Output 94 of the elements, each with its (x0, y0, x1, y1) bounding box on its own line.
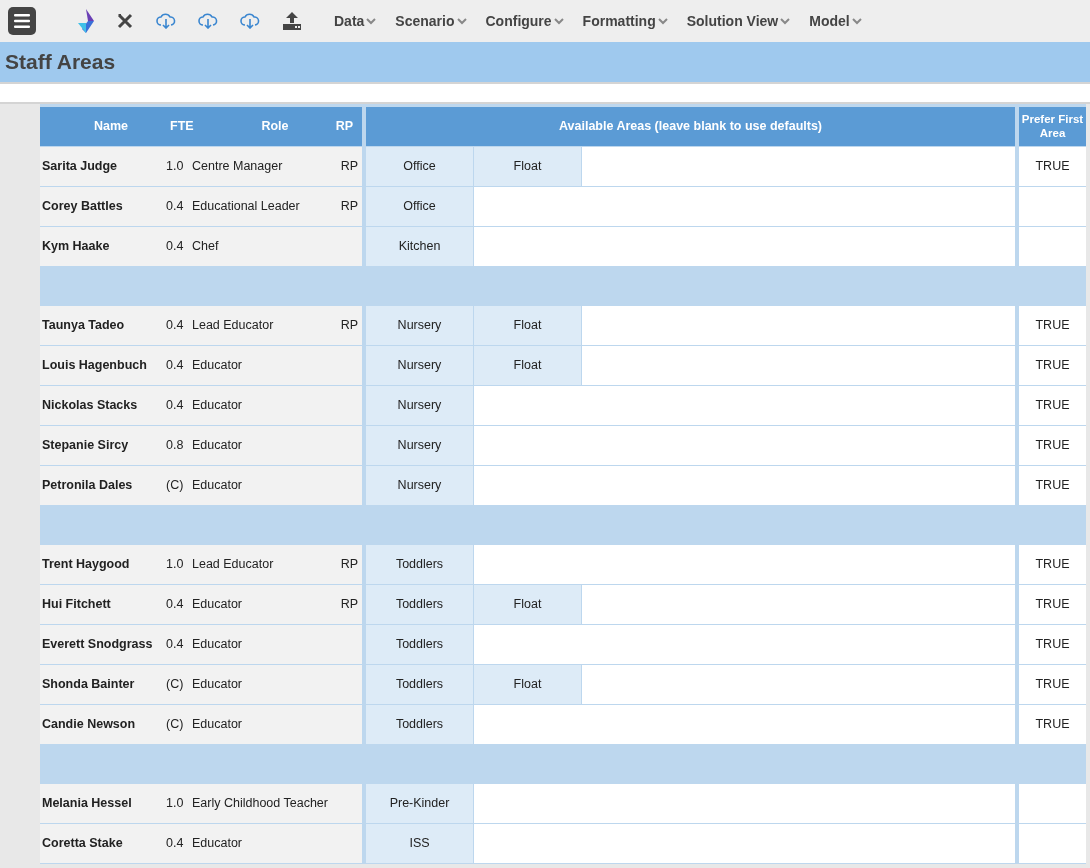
table-cell-text: 0.4 (165, 397, 185, 415)
table-cell[interactable]: Nursery (366, 346, 474, 385)
table-cell-text: Corey Battles (41, 198, 124, 216)
column-header: RP (334, 118, 354, 136)
table-cell-text: Hui Fitchett (41, 596, 112, 614)
table-cell-text: Educational Leader (191, 198, 301, 216)
table-cell[interactable]: Toddlers (366, 705, 474, 744)
column-header: Name (92, 118, 129, 136)
table-cell-text: 0.4 (165, 238, 185, 256)
table-cell-text: Coretta Stake (41, 835, 124, 853)
column-header: Available Areas (leave blank to use defaults) (366, 107, 1015, 146)
table-cell-text: 0.8 (165, 437, 185, 455)
table-cell-text: 0.4 (165, 198, 185, 216)
table-cell[interactable]: Office (366, 147, 474, 186)
menu-button[interactable]: Scenario (395, 10, 467, 32)
table-cell[interactable]: Float (474, 585, 582, 624)
table-cell-text: Stepanie Sircy (41, 437, 130, 455)
table-cell-text: 0.4 (165, 636, 185, 654)
column-header: FTE (170, 118, 195, 136)
table-cell-text: Educator (191, 397, 244, 415)
table-cell[interactable]: Float (474, 306, 582, 345)
table-cell[interactable]: TRUE (1019, 426, 1086, 465)
menu-button[interactable]: Model (809, 10, 862, 32)
table-cell-text: Educator (191, 716, 244, 734)
table-cell-text: 0.4 (165, 357, 185, 375)
table-cell[interactable]: Float (474, 346, 582, 385)
table-cell[interactable]: TRUE (1019, 545, 1086, 584)
table-cell-text: Louis Hagenbuch (41, 357, 148, 375)
table-cell-text: Educator (191, 357, 244, 375)
table-cell-text: Everett Snodgrass (41, 636, 154, 654)
menu-button[interactable]: Data (334, 10, 377, 32)
table-cell[interactable]: Office (366, 187, 474, 226)
table-cell[interactable]: TRUE (1019, 147, 1086, 186)
table-cell-text: 0.4 (165, 835, 185, 853)
table-cell[interactable]: TRUE (1019, 665, 1086, 704)
table-cell[interactable]: Toddlers (366, 665, 474, 704)
table-cell-text: Educator (191, 477, 244, 495)
table-cell-text: 1.0 (165, 795, 185, 813)
table-cell-text: Lead Educator (191, 556, 275, 574)
table-cell-text: Nickolas Stacks (41, 397, 139, 415)
table-cell-text: 0.4 (165, 317, 185, 335)
table-cell-text: RP (339, 317, 359, 335)
column-header: Prefer First Area (1019, 107, 1086, 146)
table-cell[interactable]: Float (474, 147, 582, 186)
table-cell-text: 1.0 (165, 556, 185, 574)
table-cell-text: Kym Haake (41, 238, 111, 256)
table-cell[interactable]: TRUE (1019, 306, 1086, 345)
table-cell[interactable]: Kitchen (366, 227, 474, 266)
table-cell-text: RP (339, 596, 359, 614)
table-cell[interactable]: Toddlers (366, 625, 474, 664)
table-cell[interactable]: Nursery (366, 306, 474, 345)
page-title: Staff Areas (5, 49, 116, 75)
table-cell-text: Educator (191, 596, 244, 614)
table-cell-text: Sarita Judge (41, 158, 119, 176)
table-cell[interactable]: ISS (366, 824, 474, 863)
table-cell[interactable]: Nursery (366, 386, 474, 425)
table-cell[interactable]: Nursery (366, 466, 474, 505)
table-cell-text: (C) (165, 477, 185, 495)
table-cell[interactable]: Float (474, 665, 582, 704)
table-cell-text: Educator (191, 835, 244, 853)
table-cell-text: Educator (191, 676, 244, 694)
table-cell-text: 0.4 (165, 596, 185, 614)
table-cell-text: Candie Newson (41, 716, 137, 734)
table-cell-text: Taunya Tadeo (41, 317, 126, 335)
table-cell[interactable]: TRUE (1019, 386, 1086, 425)
table-cell-text: Shonda Bainter (41, 676, 136, 694)
table-cell-text: 1.0 (165, 158, 185, 176)
menu-button[interactable]: Formatting (582, 10, 668, 32)
table-cell[interactable]: Nursery (366, 426, 474, 465)
table-cell[interactable]: TRUE (1019, 585, 1086, 624)
table-cell[interactable]: Toddlers (366, 585, 474, 624)
table-cell-text: RP (339, 198, 359, 216)
table-cell-text: RP (339, 158, 359, 176)
table-cell-text: (C) (165, 676, 185, 694)
table-cell-text: Melania Hessel (41, 795, 133, 813)
table-cell[interactable]: TRUE (1019, 346, 1086, 385)
menu-button[interactable]: Configure (485, 10, 564, 32)
column-header: Role (260, 118, 290, 136)
table-cell[interactable]: TRUE (1019, 705, 1086, 744)
table-cell-text: Trent Haygood (41, 556, 131, 574)
table-cell-text: RP (339, 556, 359, 574)
table-cell-text: Early Childhood Teacher (191, 795, 329, 813)
menu-button[interactable]: Solution View (686, 10, 791, 32)
table-cell-text: Centre Manager (191, 158, 284, 176)
table-cell-text: Educator (191, 437, 244, 455)
table-cell-text: Petronila Dales (41, 477, 134, 495)
table-cell[interactable]: TRUE (1019, 466, 1086, 505)
table-cell[interactable]: Toddlers (366, 545, 474, 584)
table-cell-text: Educator (191, 636, 244, 654)
table-cell-text: (C) (165, 716, 185, 734)
table-cell[interactable]: Pre-Kinder (366, 784, 474, 823)
table-cell-text: Lead Educator (191, 317, 275, 335)
table-cell-text: Chef (191, 238, 220, 256)
table-cell[interactable]: TRUE (1019, 625, 1086, 664)
